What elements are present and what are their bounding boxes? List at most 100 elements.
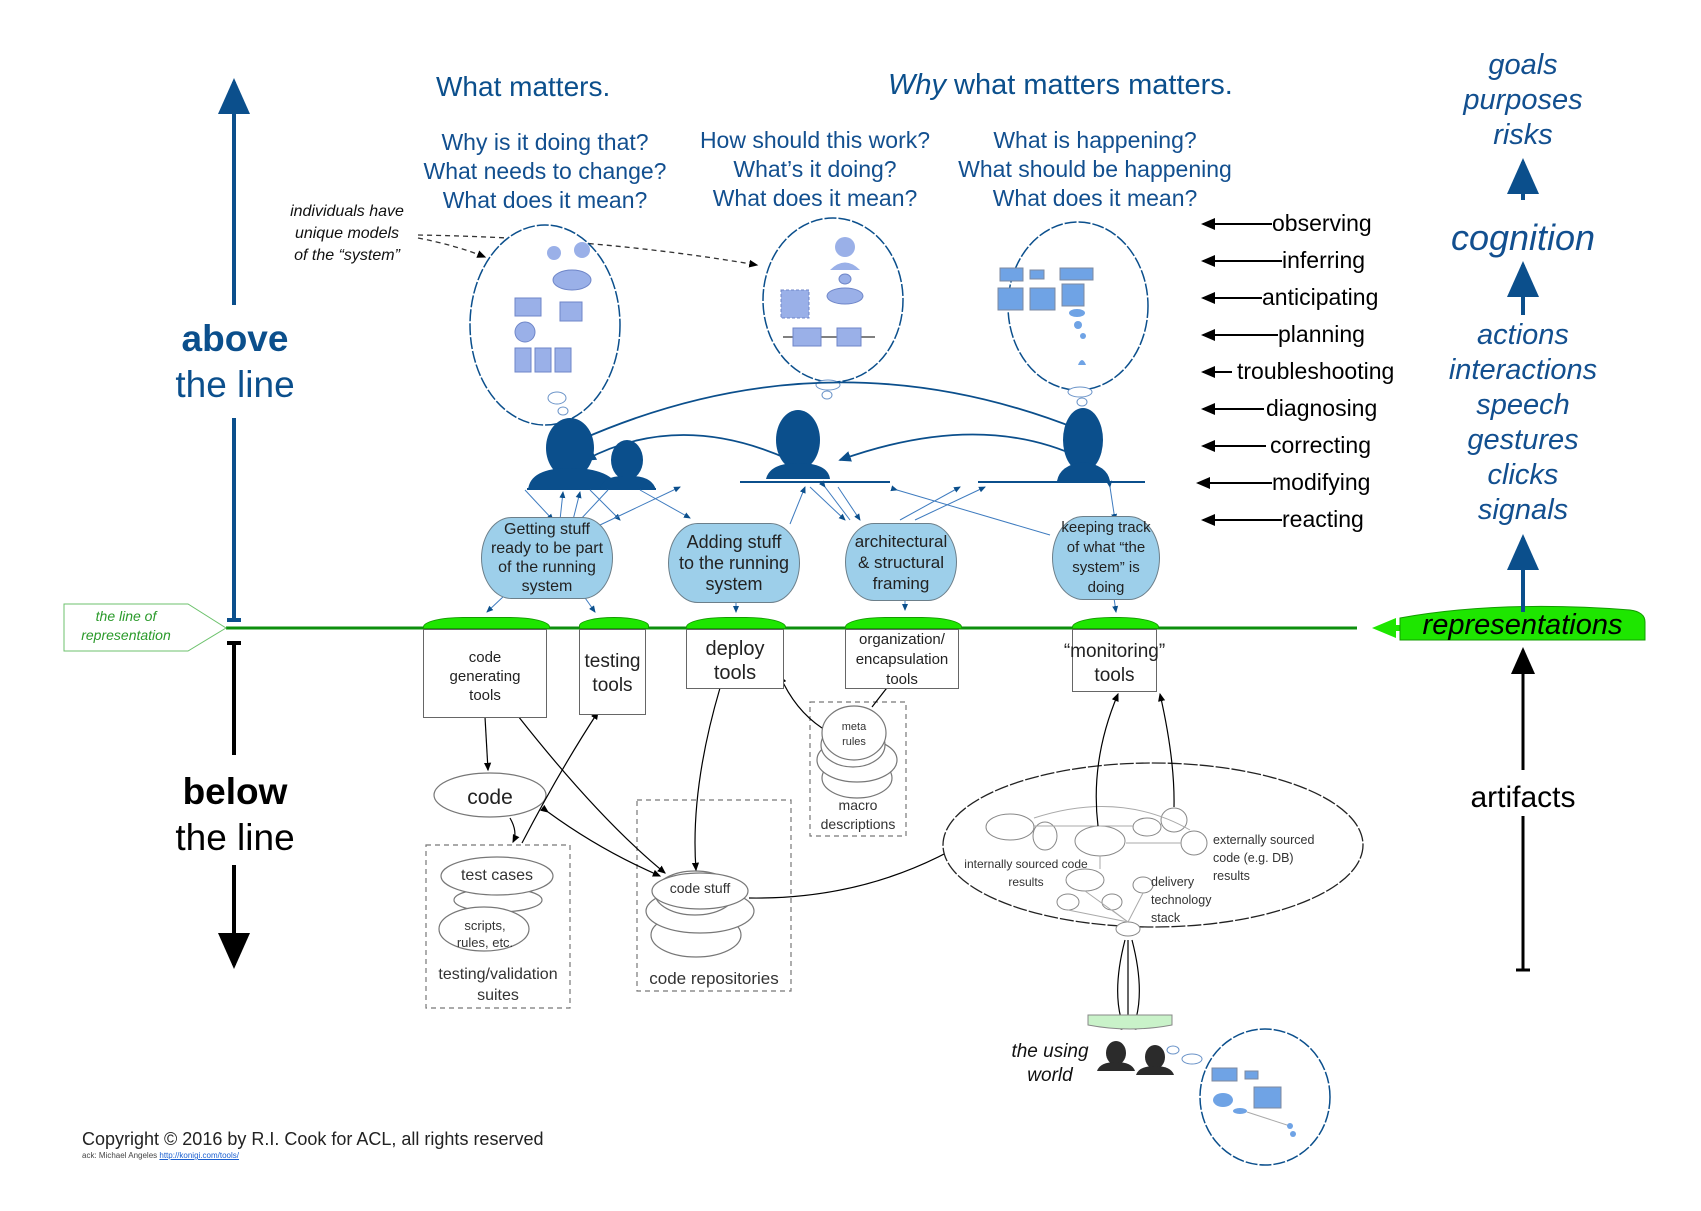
goals-stack: goals purposes risks [1423,48,1623,153]
acknowledgement: ack: Michael Angeles http://konigi.com/t… [82,1151,239,1161]
question: What is happening? [993,127,1197,153]
question-column-1: Why is it doing that? What needs to chan… [415,128,675,215]
delivery-stack-label: delivery technology stack [1151,873,1211,927]
scripts-text: scripts, [464,918,506,933]
signals-label: signals [1477,494,1569,526]
internally-sourced-label: internally sourced code results [946,855,1106,891]
header-why-matters: Why what matters matters. [888,68,1233,103]
annotation-line: of the “system” [294,247,400,264]
externally-sourced-label: externally sourced code (e.g. DB) results [1213,831,1314,885]
goals-label: goals [1488,49,1558,81]
above-the-line-label: above the line [150,316,320,408]
person-icon-group-1 [527,418,656,490]
user-icon-1 [1097,1041,1135,1071]
below-the-line-label: below the line [150,769,320,861]
tool-cap [1072,617,1159,629]
process-text: system” is [1072,559,1140,576]
below-label: below [182,771,288,812]
process-text: system [705,573,763,594]
process-text: Adding stuff [686,531,782,552]
using-world-text: the using [1011,1041,1089,1062]
question: What needs to change? [423,158,667,184]
process-text: of what “the [1066,539,1146,556]
question: What does it mean? [992,185,1198,211]
gestures-label: gestures [1467,424,1579,456]
line-label-text: representation [81,627,171,643]
tool-monitoring: “monitoring” tools [1064,629,1165,692]
question: What’s it doing? [733,156,897,182]
header-what-matters: What matters. [436,71,611,102]
tool-cap [423,617,550,629]
tool-text: code [468,649,502,666]
external-text: results [1213,869,1250,883]
copyright: Copyright © 2016 by R.I. Cook for ACL, a… [82,1129,544,1149]
process-adding-stuff: Adding stuff to the running system [668,523,800,603]
macro-descriptions-label: macro descriptions [810,796,906,834]
question: What should be happening [958,156,1232,182]
tool-organization-encapsulation: organization/encapsulation tools [845,629,959,689]
process-text: architectural [854,531,948,551]
header-why-rest: what matters matters. [946,69,1233,101]
tool-testing: testing tools [579,629,646,715]
scripts-text: rules, etc. [456,935,514,950]
verb-anticipating: anticipating [1262,284,1379,310]
individuals-annotation: individuals have unique models of the “s… [272,201,422,267]
suite-text: suites [477,987,519,1004]
question: What does it mean? [712,185,918,211]
ack-link[interactable]: http://konigi.com/tools/ [159,1151,239,1160]
process-keeping-track: keeping track of what “the system” is doing [1052,516,1160,600]
process-text: & structural [858,552,944,572]
scripts-label: scripts, rules, etc. [440,917,530,951]
tool-text: tools [1094,665,1135,686]
test-cases-label: test cases [460,867,534,884]
speech-label: speech [1476,389,1570,421]
internal-text: results [1008,875,1044,889]
process-text: to the running [678,552,790,573]
tool-text: tools [886,671,918,688]
tool-text: organization/ [859,631,945,648]
question: Why is it doing that? [441,129,649,155]
header-why-word: Why [888,69,946,101]
verb-inferring: inferring [1282,247,1366,273]
process-text: ready to be part [490,540,604,557]
person-icon-2 [740,410,890,483]
clicks-label: clicks [1487,459,1559,491]
external-text: code (e.g. DB) [1213,851,1294,865]
tool-cap [579,617,649,629]
tool-cap [845,617,962,629]
verb-correcting: correcting [1270,432,1371,458]
actions-label: actions [1477,319,1569,351]
process-text: keeping track [1061,519,1151,536]
macro-text: macro [838,797,878,813]
process-text: doing [1087,579,1125,596]
verb-observing: observing [1272,210,1372,236]
using-world-text: world [1027,1065,1073,1086]
thought-cloud-3 [997,221,1149,407]
interactions-label: interactions [1448,354,1598,386]
person-icon-3 [978,408,1145,483]
tool-text: “monitoring” [1063,641,1166,662]
above-label: above [181,318,289,359]
actions-stack: actions interactions speech gestures cli… [1423,318,1623,528]
annotation-line: unique models [294,225,400,242]
tool-text: deploy [705,638,765,660]
process-text: of the running [498,559,596,576]
delivery-text: stack [1151,911,1181,925]
question-column-3: What is happening? What should be happen… [945,126,1245,213]
meta-text: meta [841,721,867,733]
annotation-line: individuals have [290,203,404,220]
tool-text: tools [469,687,501,704]
delivery-text: delivery [1151,875,1195,889]
the-line-label: the line [175,364,295,405]
question-column-2: How should this work? What’s it doing? W… [685,126,945,213]
line-label-text: the line of [95,608,157,624]
using-world-pad [1087,1014,1173,1030]
delivery-text: technology [1151,893,1212,907]
meta-text: rules [842,736,866,748]
ack-text: ack: Michael Angeles [82,1151,160,1160]
tool-code-generating: code generating tools [423,629,547,718]
external-text: externally sourced [1213,833,1315,847]
question: How should this work? [699,127,931,153]
using-world-label: the using world [1000,1040,1100,1088]
the-line-label: the line [175,817,295,858]
